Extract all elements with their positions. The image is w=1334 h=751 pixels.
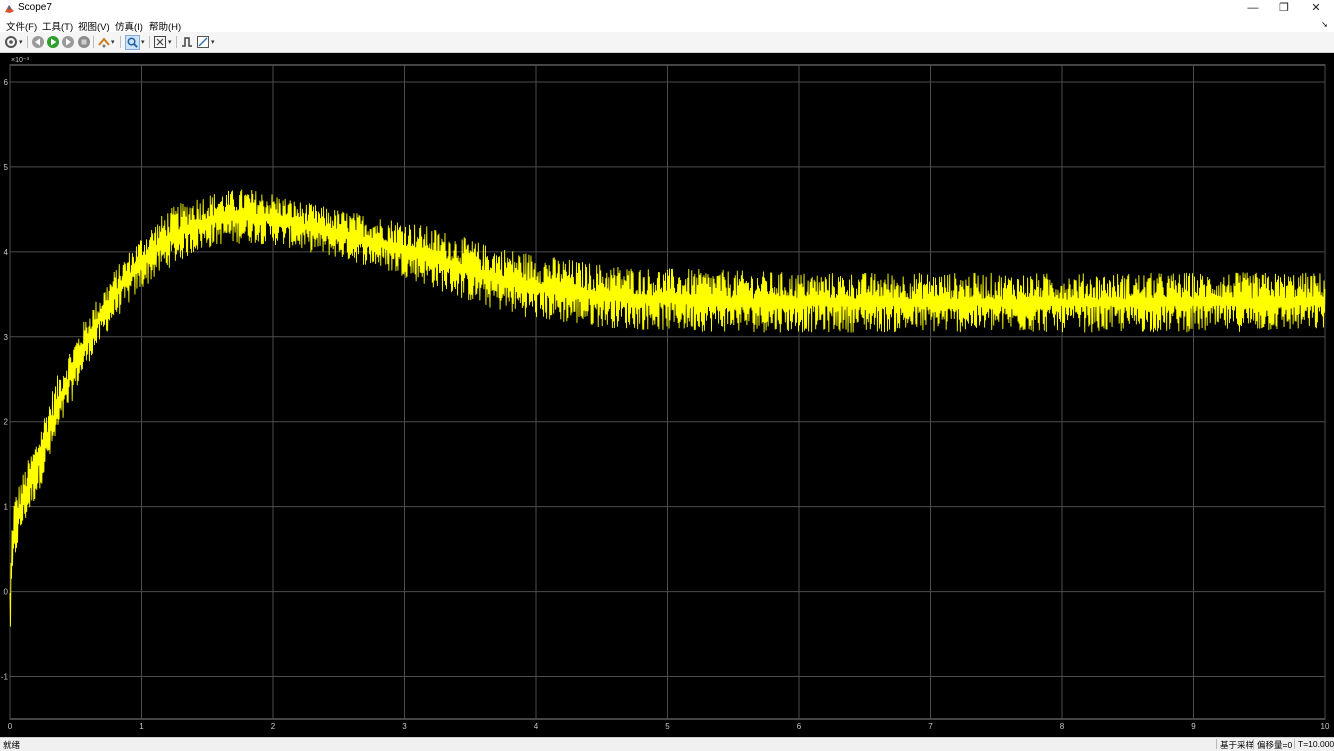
close-button[interactable]: ✕ xyxy=(1300,0,1332,17)
highlight-icon[interactable] xyxy=(97,35,111,49)
x-tick-label: 4 xyxy=(534,722,539,731)
zoom-icon[interactable] xyxy=(125,35,140,50)
chevron-down-icon[interactable]: ▾ xyxy=(211,38,215,46)
toolbar-separator xyxy=(27,36,28,48)
step-back-icon[interactable] xyxy=(31,35,45,49)
minimize-button[interactable]: — xyxy=(1237,0,1269,17)
x-tick-label: 9 xyxy=(1191,722,1196,731)
restore-button[interactable]: ❐ xyxy=(1268,0,1300,17)
fit-to-view-icon[interactable] xyxy=(153,35,167,49)
y-tick-label: 2 xyxy=(4,418,9,427)
y-tick-label: 6 xyxy=(4,78,9,87)
x-tick-label: 10 xyxy=(1321,722,1330,731)
chevron-down-icon[interactable]: ▾ xyxy=(19,38,23,46)
y-tick-label: 0 xyxy=(4,588,9,597)
status-divider xyxy=(1216,739,1217,749)
stop-icon[interactable] xyxy=(77,35,91,49)
x-tick-label: 1 xyxy=(139,722,144,731)
y-tick-label: 1 xyxy=(4,503,9,512)
x-tick-label: 8 xyxy=(1060,722,1065,731)
x-tick-label: 5 xyxy=(665,722,670,731)
status-ready: 就绪 xyxy=(3,740,21,750)
menu-help[interactable]: 帮助(H) xyxy=(149,19,181,33)
status-divider xyxy=(1294,739,1295,749)
toolbar: ▾ ▾ ▾ ▾ ▾ xyxy=(0,32,1334,53)
status-time: T=10.000 xyxy=(1298,739,1334,749)
scope-plot[interactable]: 0 1 2 3 4 5 6 7 8 9 10 -1 0 1 2 3 4 5 6 ×10⁻³ xyxy=(0,53,1334,737)
x-tick-label: 2 xyxy=(271,722,276,731)
status-sampling: 基于采样 xyxy=(1220,740,1255,750)
chevron-down-icon[interactable]: ▾ xyxy=(141,38,145,46)
settings-icon[interactable] xyxy=(4,35,18,49)
menu-tools[interactable]: 工具(T) xyxy=(42,19,73,33)
matlab-app-icon xyxy=(5,5,14,13)
x-tick-label: 6 xyxy=(797,722,802,731)
menu-file[interactable]: 文件(F) xyxy=(6,19,37,33)
x-tick-label: 7 xyxy=(928,722,933,731)
x-tick-label: 0 xyxy=(8,722,13,731)
menu-bar: 文件(F) 工具(T) 视图(V) 仿真(I) 帮助(H) ➘ xyxy=(0,17,1334,33)
x-tick-label: 3 xyxy=(402,722,407,731)
toolbar-separator xyxy=(149,36,150,48)
menu-view[interactable]: 视图(V) xyxy=(78,19,110,33)
run-icon[interactable] xyxy=(46,35,60,49)
y-tick-label: 5 xyxy=(4,163,9,172)
toolbar-separator xyxy=(93,36,94,48)
triggers-icon[interactable] xyxy=(180,35,194,49)
chevron-down-icon[interactable]: ▾ xyxy=(168,38,172,46)
pin-icon[interactable]: ➘ xyxy=(1321,20,1328,29)
scope-figure: 0 1 2 3 4 5 6 7 8 9 10 -1 0 1 2 3 4 5 6 ×10⁻³ xyxy=(0,53,1334,737)
toolbar-separator xyxy=(120,36,121,48)
status-bar: 就绪 基于采样 偏移量=0 T=10.000 xyxy=(0,737,1334,751)
title-bar: Scope7 — ❐ ✕ xyxy=(0,0,1334,17)
measurements-icon[interactable] xyxy=(196,35,210,49)
y-tick-label: 3 xyxy=(4,333,9,342)
y-exponent-label: ×10⁻³ xyxy=(11,57,30,64)
status-divider xyxy=(1253,739,1254,749)
chevron-down-icon[interactable]: ▾ xyxy=(111,38,115,46)
toolbar-separator xyxy=(176,36,177,48)
step-forward-icon[interactable] xyxy=(61,35,75,49)
status-offset: 偏移量=0 xyxy=(1257,740,1293,750)
y-tick-label: -1 xyxy=(1,673,9,682)
y-tick-label: 4 xyxy=(4,248,9,257)
menu-simulation[interactable]: 仿真(I) xyxy=(115,19,143,33)
window-title: Scope7 xyxy=(18,2,52,13)
